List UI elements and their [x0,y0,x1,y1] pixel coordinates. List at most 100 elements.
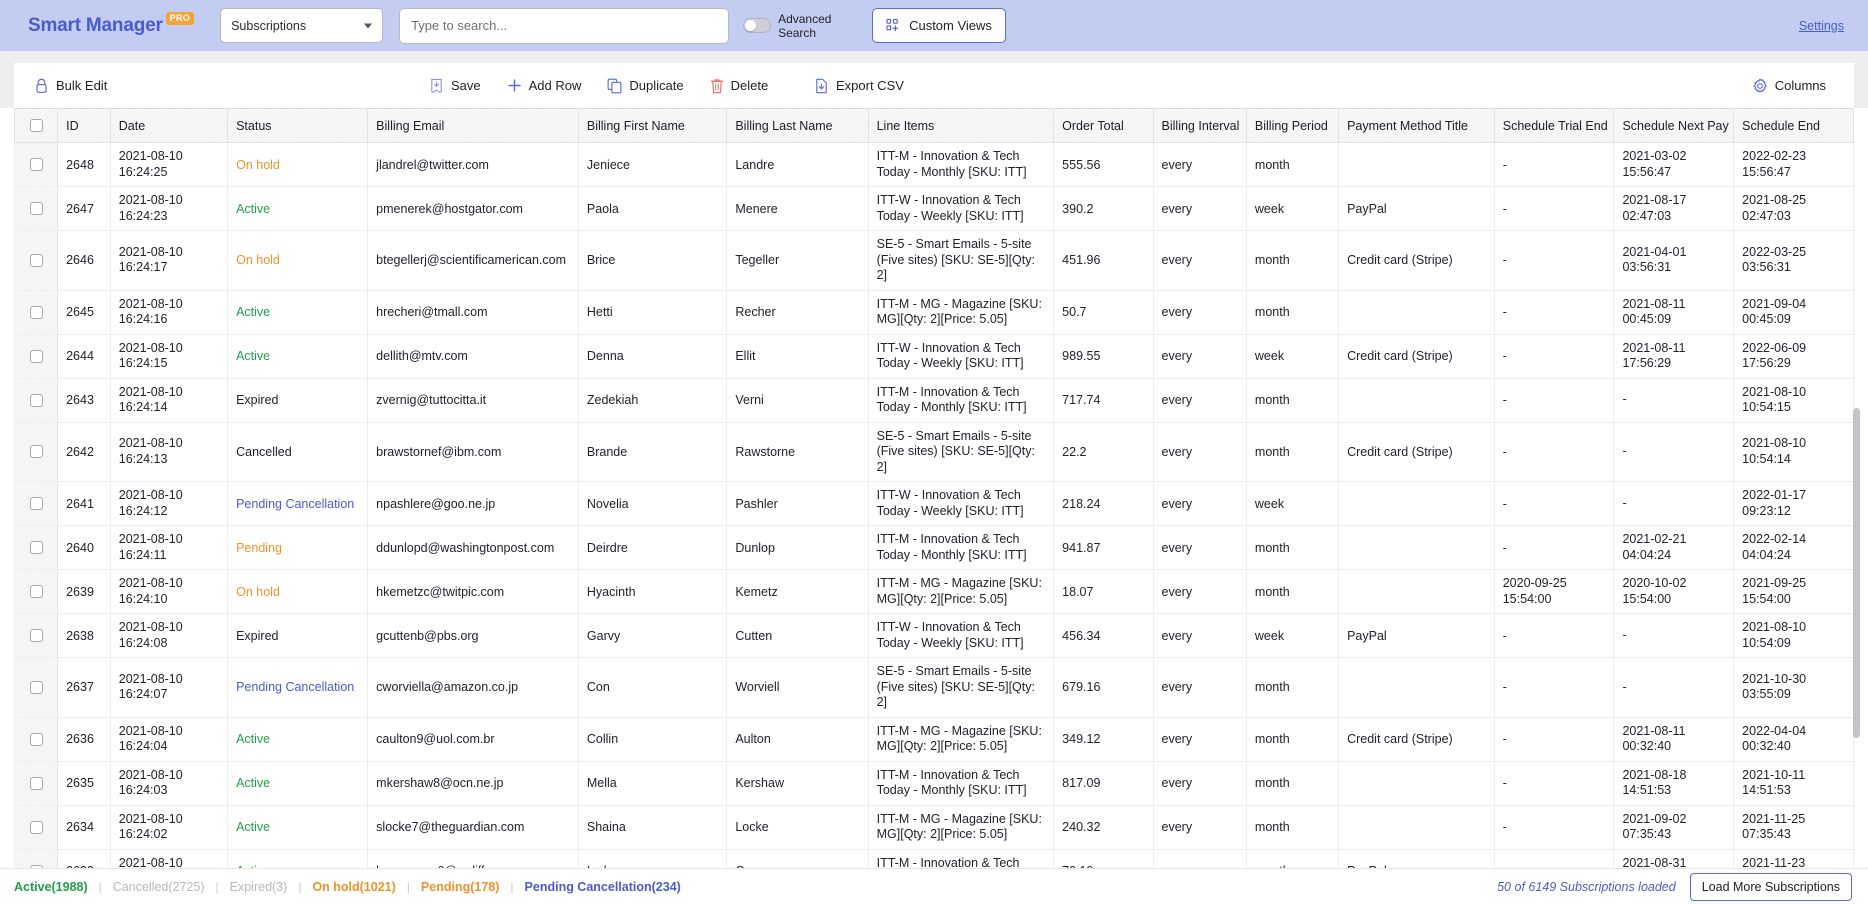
settings-link[interactable]: Settings [1799,19,1844,33]
cell-status[interactable]: Pending [227,525,369,570]
cell-line-items[interactable]: ITT-M - Innovation & TechToday - Monthly… [867,142,1055,187]
cell-payment-method-title[interactable]: Credit card (Stripe) [1338,230,1495,291]
cell-order-total[interactable]: 240.32 [1053,804,1154,850]
cell-date[interactable]: 2021-08-10 16:24:25 [109,142,229,187]
cell-payment-method-title[interactable] [1338,481,1495,526]
cell-schedule-end[interactable]: 2022-03-25 03:56:31 [1733,230,1854,291]
column-header-billing-last-name[interactable]: Billing Last Name [726,108,869,143]
cell-id[interactable]: 2635 [57,760,111,806]
row-select-cell[interactable] [13,760,59,806]
table-row[interactable]: 2638 2021-08-10 16:24:08 Expired gcuttenb@pb… [13,613,1854,658]
cell-id[interactable]: 2648 [57,142,111,187]
cell-payment-method-title[interactable]: PayPal [1338,613,1495,658]
cell-payment-method-title[interactable] [1338,289,1495,335]
cell-schedule-next-pay[interactable]: - [1613,377,1735,423]
cell-schedule-next-pay[interactable]: 2021-04-01 03:56:31 [1613,230,1735,291]
cell-billing-last-name[interactable]: Landre [726,142,869,187]
cell-order-total[interactable]: 717.74 [1053,377,1154,423]
row-select-cell[interactable] [13,142,59,187]
cell-billing-interval[interactable]: every [1152,716,1247,762]
cell-billing-period[interactable]: month [1245,657,1340,718]
bulk-edit-button[interactable]: Bulk Edit [34,78,107,94]
cell-status[interactable]: Active [227,804,369,850]
row-checkbox[interactable] [29,820,43,834]
cell-billing-last-name[interactable]: Ellit [726,333,869,379]
column-header-billing-interval[interactable]: Billing Interval [1152,108,1247,143]
row-select-cell[interactable] [13,421,59,482]
cell-payment-method-title[interactable]: Credit card (Stripe) [1338,421,1495,482]
cell-billing-first-name[interactable]: Garvy [577,613,728,658]
cell-date[interactable]: 2021-08-10 16:24:13 [109,421,229,482]
table-row[interactable]: 2635 2021-08-10 16:24:03 Active mkershaw8@oc… [13,760,1854,806]
cell-billing-period[interactable]: week [1245,613,1340,658]
search-input[interactable] [399,7,730,44]
row-checkbox[interactable] [29,253,43,267]
cell-billing-period[interactable]: month [1245,569,1340,614]
cell-billing-interval[interactable]: every [1152,377,1247,423]
cell-status[interactable]: Expired [227,613,369,658]
cell-id[interactable]: 2639 [57,569,111,614]
cell-billing-email[interactable]: jlandrel@twitter.com [367,142,579,187]
advanced-search-toggle[interactable] [743,18,772,33]
cell-schedule-end[interactable]: 2021-09-04 00:45:09 [1733,289,1854,335]
cell-billing-interval[interactable]: every [1152,613,1247,658]
cell-billing-interval[interactable]: every [1152,481,1247,526]
cell-schedule-next-pay[interactable]: 2020-10-02 15:54:00 [1613,569,1735,614]
cell-billing-period[interactable]: week [1245,481,1340,526]
cell-schedule-next-pay[interactable]: - [1613,421,1735,482]
status-filter-link[interactable]: Pending Cancellation(234) [514,880,692,894]
cell-line-items[interactable]: ITT-M - MG - Magazine [SKU: MG][Qty: 2][P… [867,716,1055,762]
load-more-button[interactable]: Load More Subscriptions [1689,872,1852,901]
cell-billing-email[interactable]: pmenerek@hostgator.com [367,186,579,231]
cell-id[interactable]: 2647 [57,186,111,231]
cell-billing-period[interactable]: month [1245,804,1340,850]
cell-schedule-next-pay[interactable]: - [1613,657,1735,718]
cell-billing-interval[interactable]: every [1152,333,1247,379]
cell-billing-email[interactable]: brawstornef@ibm.com [367,421,579,482]
table-row[interactable]: 2643 2021-08-10 16:24:14 Expired zvernig@tut… [13,377,1854,423]
row-checkbox[interactable] [29,541,43,554]
cell-date[interactable]: 2021-08-10 16:24:17 [109,230,229,291]
cell-billing-last-name[interactable]: Recher [726,289,869,335]
cell-billing-last-name[interactable]: Tegeller [726,230,869,291]
cell-billing-email[interactable]: dellith@mtv.com [367,333,579,379]
cell-line-items[interactable]: SE-5 - Smart Emails - 5-site (Five sites)… [867,230,1055,291]
cell-schedule-end[interactable]: 2022-02-14 04:04:24 [1733,525,1854,570]
cell-billing-email[interactable]: mkershaw8@ocn.ne.jp [367,760,579,806]
row-select-cell[interactable] [13,186,59,231]
cell-line-items[interactable]: ITT-W - Innovation & Tech Today - Weekly … [867,333,1055,379]
cell-billing-first-name[interactable]: Shaina [577,804,728,850]
cell-order-total[interactable]: 18.07 [1053,569,1154,614]
cell-schedule-end[interactable]: 2022-06-09 17:56:29 [1733,333,1854,379]
cell-order-total[interactable]: 989.55 [1053,333,1154,379]
table-row[interactable]: 2644 2021-08-10 16:24:15 Active dellith@mtv.… [13,333,1854,379]
row-checkbox[interactable] [29,158,43,171]
cell-schedule-trial-end[interactable]: 2020-09-25 15:54:00 [1493,569,1615,614]
cell-billing-interval[interactable]: every [1152,421,1247,482]
row-checkbox[interactable] [29,497,43,510]
status-filter-link[interactable]: Expired(3) [219,880,299,894]
cell-schedule-trial-end[interactable]: - [1493,657,1615,718]
column-header-status[interactable]: Status [227,108,369,143]
cell-billing-interval[interactable]: every [1152,760,1247,806]
cell-billing-interval[interactable]: every [1152,525,1247,570]
cell-billing-interval[interactable]: every [1152,804,1247,850]
cell-billing-first-name[interactable]: Brice [577,230,728,291]
cell-status[interactable]: On hold [227,230,369,291]
cell-date[interactable]: 2021-08-10 16:24:12 [109,481,229,526]
cell-schedule-end[interactable]: 2021-11-25 07:35:43 [1733,804,1854,850]
cell-date[interactable]: 2021-08-10 16:24:16 [109,289,229,335]
cell-billing-last-name[interactable]: Locke [726,804,869,850]
row-select-cell[interactable] [13,716,59,762]
cell-billing-last-name[interactable]: Cutten [726,613,869,658]
cell-payment-method-title[interactable] [1338,657,1495,718]
cell-id[interactable]: 2646 [57,230,111,291]
column-header-payment-method-title[interactable]: Payment Method Title [1338,108,1495,143]
cell-line-items[interactable]: ITT-M - Innovation & TechToday - Monthly… [867,760,1055,806]
cell-payment-method-title[interactable] [1338,804,1495,850]
cell-payment-method-title[interactable] [1338,569,1495,614]
cell-billing-email[interactable]: zvernig@tuttocitta.it [367,377,579,423]
cell-billing-last-name[interactable]: Kemetz [726,569,869,614]
cell-status[interactable]: Active [227,289,369,335]
cell-billing-period[interactable]: week [1245,186,1340,231]
